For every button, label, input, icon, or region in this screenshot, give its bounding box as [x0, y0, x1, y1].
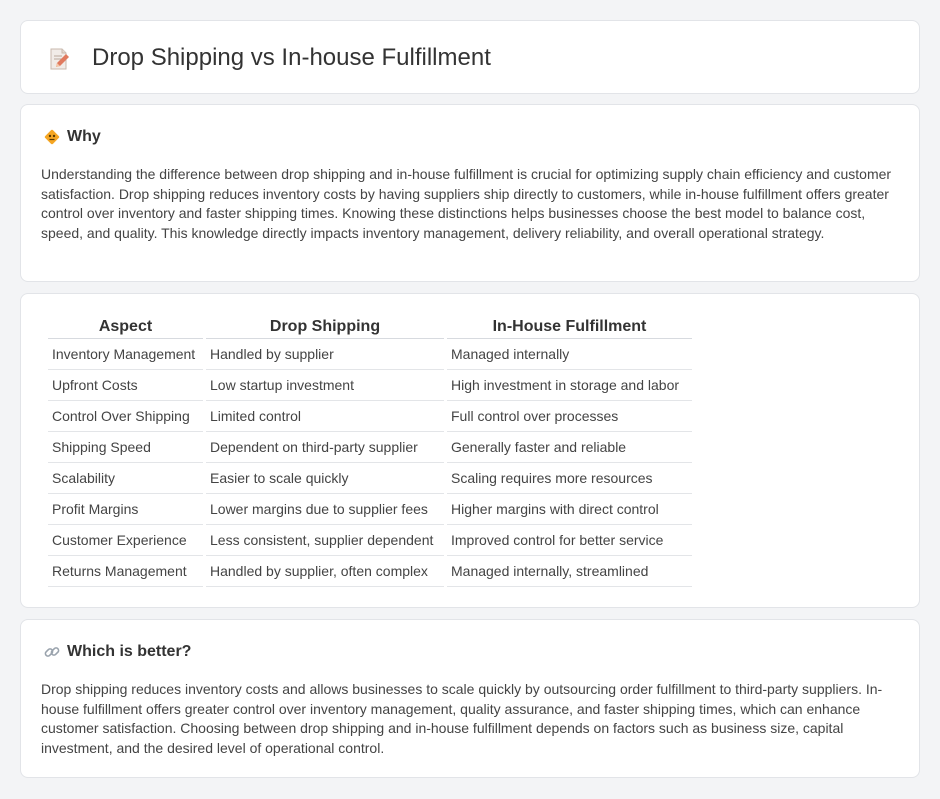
table-row: Upfront Costs Low startup investment Hig…	[48, 370, 692, 401]
cell-drop-shipping: Handled by supplier	[206, 339, 444, 370]
cell-in-house: Full control over processes	[447, 401, 692, 432]
cell-aspect: Upfront Costs	[48, 370, 203, 401]
why-section: Why Understanding the difference between…	[20, 104, 920, 282]
cell-aspect: Shipping Speed	[48, 432, 203, 463]
cell-in-house: Scaling requires more resources	[447, 463, 692, 494]
cell-drop-shipping: Less consistent, supplier dependent	[206, 525, 444, 556]
warning-sign-icon	[44, 129, 60, 145]
cell-in-house: High investment in storage and labor	[447, 370, 692, 401]
cell-aspect: Inventory Management	[48, 339, 203, 370]
table-header-row: Aspect Drop Shipping In-House Fulfillmen…	[48, 316, 692, 339]
comparison-table: Aspect Drop Shipping In-House Fulfillmen…	[45, 316, 695, 587]
table-row: Control Over Shipping Limited control Fu…	[48, 401, 692, 432]
link-icon	[44, 647, 60, 657]
cell-drop-shipping: Lower margins due to supplier fees	[206, 494, 444, 525]
cell-aspect: Scalability	[48, 463, 203, 494]
cell-in-house: Higher margins with direct control	[447, 494, 692, 525]
cell-in-house: Managed internally	[447, 339, 692, 370]
table-row: Inventory Management Handled by supplier…	[48, 339, 692, 370]
cell-drop-shipping: Easier to scale quickly	[206, 463, 444, 494]
title-card: Drop Shipping vs In-house Fulfillment	[20, 20, 920, 94]
cell-aspect: Control Over Shipping	[48, 401, 203, 432]
which-is-better-section: Which is better? Drop shipping reduces i…	[20, 619, 920, 778]
header-drop-shipping: Drop Shipping	[206, 316, 444, 339]
table-row: Returns Management Handled by supplier, …	[48, 556, 692, 587]
cell-aspect: Customer Experience	[48, 525, 203, 556]
why-title: Why	[67, 128, 101, 145]
cell-aspect: Profit Margins	[48, 494, 203, 525]
document-pencil-icon	[50, 48, 69, 70]
table-row: Customer Experience Less consistent, sup…	[48, 525, 692, 556]
comparison-section: Aspect Drop Shipping In-House Fulfillmen…	[20, 293, 920, 608]
cell-aspect: Returns Management	[48, 556, 203, 587]
cell-in-house: Managed internally, streamlined	[447, 556, 692, 587]
table-row: Shipping Speed Dependent on third-party …	[48, 432, 692, 463]
table-row: Profit Margins Lower margins due to supp…	[48, 494, 692, 525]
which-is-better-text: Drop shipping reduces inventory costs an…	[41, 681, 883, 756]
cell-drop-shipping: Low startup investment	[206, 370, 444, 401]
cell-in-house: Improved control for better service	[447, 525, 692, 556]
header-in-house: In-House Fulfillment	[447, 316, 692, 339]
cell-drop-shipping: Dependent on third-party supplier	[206, 432, 444, 463]
cell-in-house: Generally faster and reliable	[447, 432, 692, 463]
which-is-better-title: Which is better?	[67, 643, 192, 660]
cell-drop-shipping: Limited control	[206, 401, 444, 432]
table-row: Scalability Easier to scale quickly Scal…	[48, 463, 692, 494]
page-title: Drop Shipping vs In-house Fulfillment	[92, 44, 491, 71]
why-text: Understanding the difference between dro…	[41, 166, 892, 241]
header-aspect: Aspect	[48, 316, 203, 339]
cell-drop-shipping: Handled by supplier, often complex	[206, 556, 444, 587]
